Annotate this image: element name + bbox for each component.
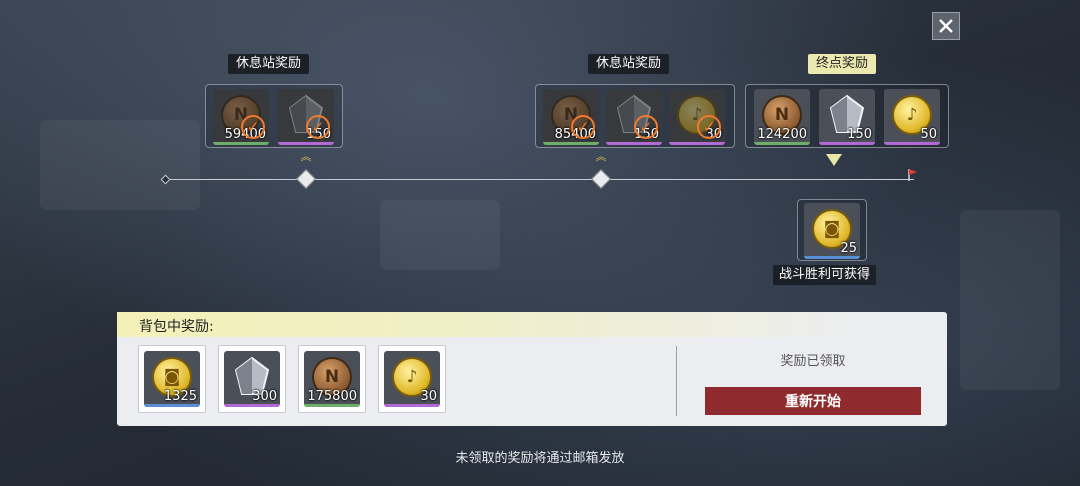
background-decor xyxy=(40,120,200,210)
close-button[interactable] xyxy=(932,12,960,40)
chevron-up-icon: ︽ xyxy=(300,150,312,163)
restart-button[interactable]: 重新开始 xyxy=(705,387,921,415)
reward-item[interactable]: N 124200 xyxy=(754,89,810,145)
reward-item[interactable]: 150 ✓ xyxy=(278,89,334,145)
backpack-item[interactable]: 300 xyxy=(218,345,286,413)
reward-qty: 1325 xyxy=(163,389,197,404)
divider xyxy=(676,346,677,416)
final-rewards: N 124200 150 ♪ 50 xyxy=(745,84,949,148)
station-2-title: 休息站奖励 xyxy=(588,54,670,74)
reward-status-text: 奖励已领取 xyxy=(780,354,846,369)
final-title: 终点奖励 xyxy=(808,54,877,74)
reward-qty: 30 xyxy=(420,389,437,404)
checkmark-icon: ✓ xyxy=(634,115,658,139)
victory-reward-box: ◙ 25 xyxy=(797,199,867,261)
station-2-rewards: N 85400 ✓ 150 ✓ ♪ 30 ✓ xyxy=(535,84,735,148)
background-decor xyxy=(960,210,1060,390)
checkmark-icon: ✓ xyxy=(571,115,595,139)
backpack-item[interactable]: ◙ 1325 xyxy=(138,345,206,413)
reward-qty: 124200 xyxy=(757,127,807,142)
reward-item[interactable]: 150 xyxy=(819,89,875,145)
progress-track xyxy=(166,179,914,180)
station-1-node xyxy=(296,169,316,189)
reward-item[interactable]: ♪ 50 xyxy=(884,89,940,145)
current-position-marker-icon xyxy=(826,154,842,166)
backpack-title: 背包中奖励: xyxy=(139,319,214,335)
finish-flag-icon xyxy=(908,169,917,181)
reward-item[interactable]: ◙ 25 xyxy=(804,203,860,259)
victory-reward-label: 战斗胜利可获得 xyxy=(773,265,877,285)
station-2-node xyxy=(591,169,611,189)
reward-qty: 25 xyxy=(840,241,857,256)
checkmark-icon: ✓ xyxy=(697,115,721,139)
station-1-rewards: N 59400 ✓ 150 ✓ xyxy=(205,84,343,148)
reward-qty: 175800 xyxy=(307,389,357,404)
reward-item[interactable]: ♪ 30 ✓ xyxy=(669,89,725,145)
mail-notice-text: 未领取的奖励将通过邮箱发放 xyxy=(455,451,625,466)
reward-item[interactable]: 150 ✓ xyxy=(606,89,662,145)
backpack-item[interactable]: N 175800 xyxy=(298,345,366,413)
reward-qty: 50 xyxy=(920,127,937,142)
reward-qty: 150 xyxy=(847,127,872,142)
checkmark-icon: ✓ xyxy=(306,115,330,139)
backpack-item[interactable]: ♪ 30 xyxy=(378,345,446,413)
chevron-up-icon: ︽ xyxy=(595,150,607,163)
background-decor xyxy=(380,200,500,270)
reward-qty: 300 xyxy=(252,389,277,404)
reward-item[interactable]: N 85400 ✓ xyxy=(543,89,599,145)
station-1-title: 休息站奖励 xyxy=(228,54,310,74)
reward-item[interactable]: N 59400 ✓ xyxy=(213,89,269,145)
close-icon xyxy=(939,19,953,33)
checkmark-icon: ✓ xyxy=(241,115,265,139)
